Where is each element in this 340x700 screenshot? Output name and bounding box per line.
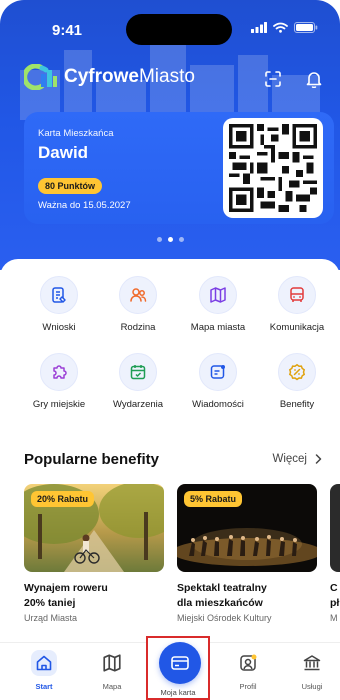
dynamic-island (126, 14, 232, 45)
calendar-icon (130, 365, 146, 380)
tile-komunikacja[interactable]: Komunikacja (257, 276, 337, 333)
nav-label: Mapa (102, 682, 122, 691)
tile-label: Mapa miasta (190, 322, 246, 333)
discount-icon (288, 363, 306, 381)
status-time: 9:41 (52, 22, 83, 39)
resident-card[interactable]: Karta Mieszkańca Dawid 80 Punktów Ważna … (24, 112, 334, 224)
tile-wiadomosci[interactable]: Wiadomości (178, 353, 258, 410)
points-badge: 80 Punktów (38, 178, 103, 194)
section-title: Popularne benefity (24, 451, 160, 468)
nav-label: Start (35, 682, 53, 691)
battery-icon (294, 22, 318, 33)
benefit-card-theatre[interactable]: 5% Rabatu Spektakl teatralny dla mieszkań… (177, 484, 317, 623)
map-icon (210, 287, 226, 303)
benefit-organizer: M (330, 613, 338, 624)
tile-label: Gry miejskie (32, 399, 86, 410)
tile-benefity[interactable]: Benefity (257, 353, 337, 410)
tile-rodzina[interactable]: Rodzina (98, 276, 178, 333)
status-icons (251, 22, 318, 33)
discount-badge: 20% Rabatu (31, 491, 95, 507)
header: 9:41 CyfroweMiasto Karta Mieszkańca Dawi… (0, 0, 340, 270)
benefit-card-partial[interactable]: Cpł M (330, 484, 340, 623)
benefit-image (330, 484, 340, 572)
institution-icon (303, 655, 321, 671)
message-icon (210, 365, 225, 379)
nav-label: Usługi (301, 682, 323, 691)
bus-icon (290, 287, 304, 302)
map-icon (103, 654, 121, 672)
tile-gry-miejskie[interactable]: Gry miejskie (19, 353, 99, 410)
tile-wydarzenia[interactable]: Wydarzenia (98, 353, 178, 410)
benefit-image: 5% Rabatu (177, 484, 317, 572)
tile-label: Wnioski (42, 322, 76, 333)
family-icon (130, 288, 147, 302)
nav-start[interactable]: Start (14, 650, 74, 691)
tile-label: Komunikacja (269, 322, 325, 333)
more-link-label: Więcej (272, 453, 307, 465)
nav-label: Moja karta (160, 688, 196, 697)
nav-mapa[interactable]: Mapa (82, 651, 142, 691)
tile-label: Benefity (279, 399, 315, 410)
more-link[interactable]: Więcej (272, 453, 322, 465)
app-name: CyfroweMiasto (64, 66, 195, 87)
benefit-title: Wynajem roweru 20% taniej (24, 582, 108, 609)
bell-icon (306, 71, 322, 88)
nav-label: Profil (239, 682, 257, 691)
benefit-organizer: Miejski Ośrodek Kultury (177, 613, 272, 624)
card-pager[interactable] (0, 237, 340, 242)
app-screen: 9:41 CyfroweMiasto Karta Mieszkańca Dawi… (0, 0, 340, 700)
notifications-button[interactable] (303, 68, 325, 90)
status-bar: 9:41 (0, 0, 340, 50)
scan-button[interactable] (262, 68, 284, 90)
home-icon (36, 655, 52, 671)
tile-label: Wiadomości (192, 399, 244, 410)
scan-icon (265, 71, 281, 87)
profile-icon (240, 654, 257, 671)
puzzle-icon (53, 365, 67, 379)
pager-dot[interactable] (156, 237, 162, 242)
wifi-icon (273, 22, 288, 33)
signal-icon (251, 22, 267, 33)
pager-dot-active[interactable] (167, 237, 173, 242)
my-card-button[interactable] (159, 642, 201, 684)
tile-label: Wydarzenia (112, 399, 164, 410)
card-label: Karta Mieszkańca (38, 128, 114, 139)
benefit-title: Cpł (330, 582, 340, 609)
benefit-image: 20% Rabatu (24, 484, 164, 572)
tile-mapa-miasta[interactable]: Mapa miasta (178, 276, 258, 333)
pager-dot[interactable] (178, 237, 184, 242)
qr-code-icon (229, 124, 317, 212)
card-icon (171, 656, 189, 670)
nav-moja-karta[interactable]: Moja karta (146, 636, 210, 700)
city-logo-icon (24, 64, 57, 90)
discount-badge: 5% Rabatu (184, 491, 243, 507)
tile-wnioski[interactable]: Wnioski (19, 276, 99, 333)
nav-uslugi[interactable]: Usługi (282, 651, 340, 691)
card-holder-name: Dawid (38, 143, 89, 162)
benefit-title: Spektakl teatralny dla mieszkańców (177, 582, 267, 609)
tile-label: Rodzina (120, 322, 156, 333)
app-logo: CyfroweMiasto (24, 64, 195, 90)
chevron-right-icon (315, 454, 322, 464)
document-icon (52, 287, 66, 303)
benefit-card-bike[interactable]: 20% Rabatu Wynajem roweru 20% taniej Urzą… (24, 484, 164, 623)
card-valid-until: Ważna do 15.05.2027 (38, 200, 131, 211)
qr-code[interactable] (223, 118, 323, 218)
nav-profil[interactable]: Profil (218, 651, 278, 691)
benefit-organizer: Urząd Miasta (24, 613, 78, 624)
